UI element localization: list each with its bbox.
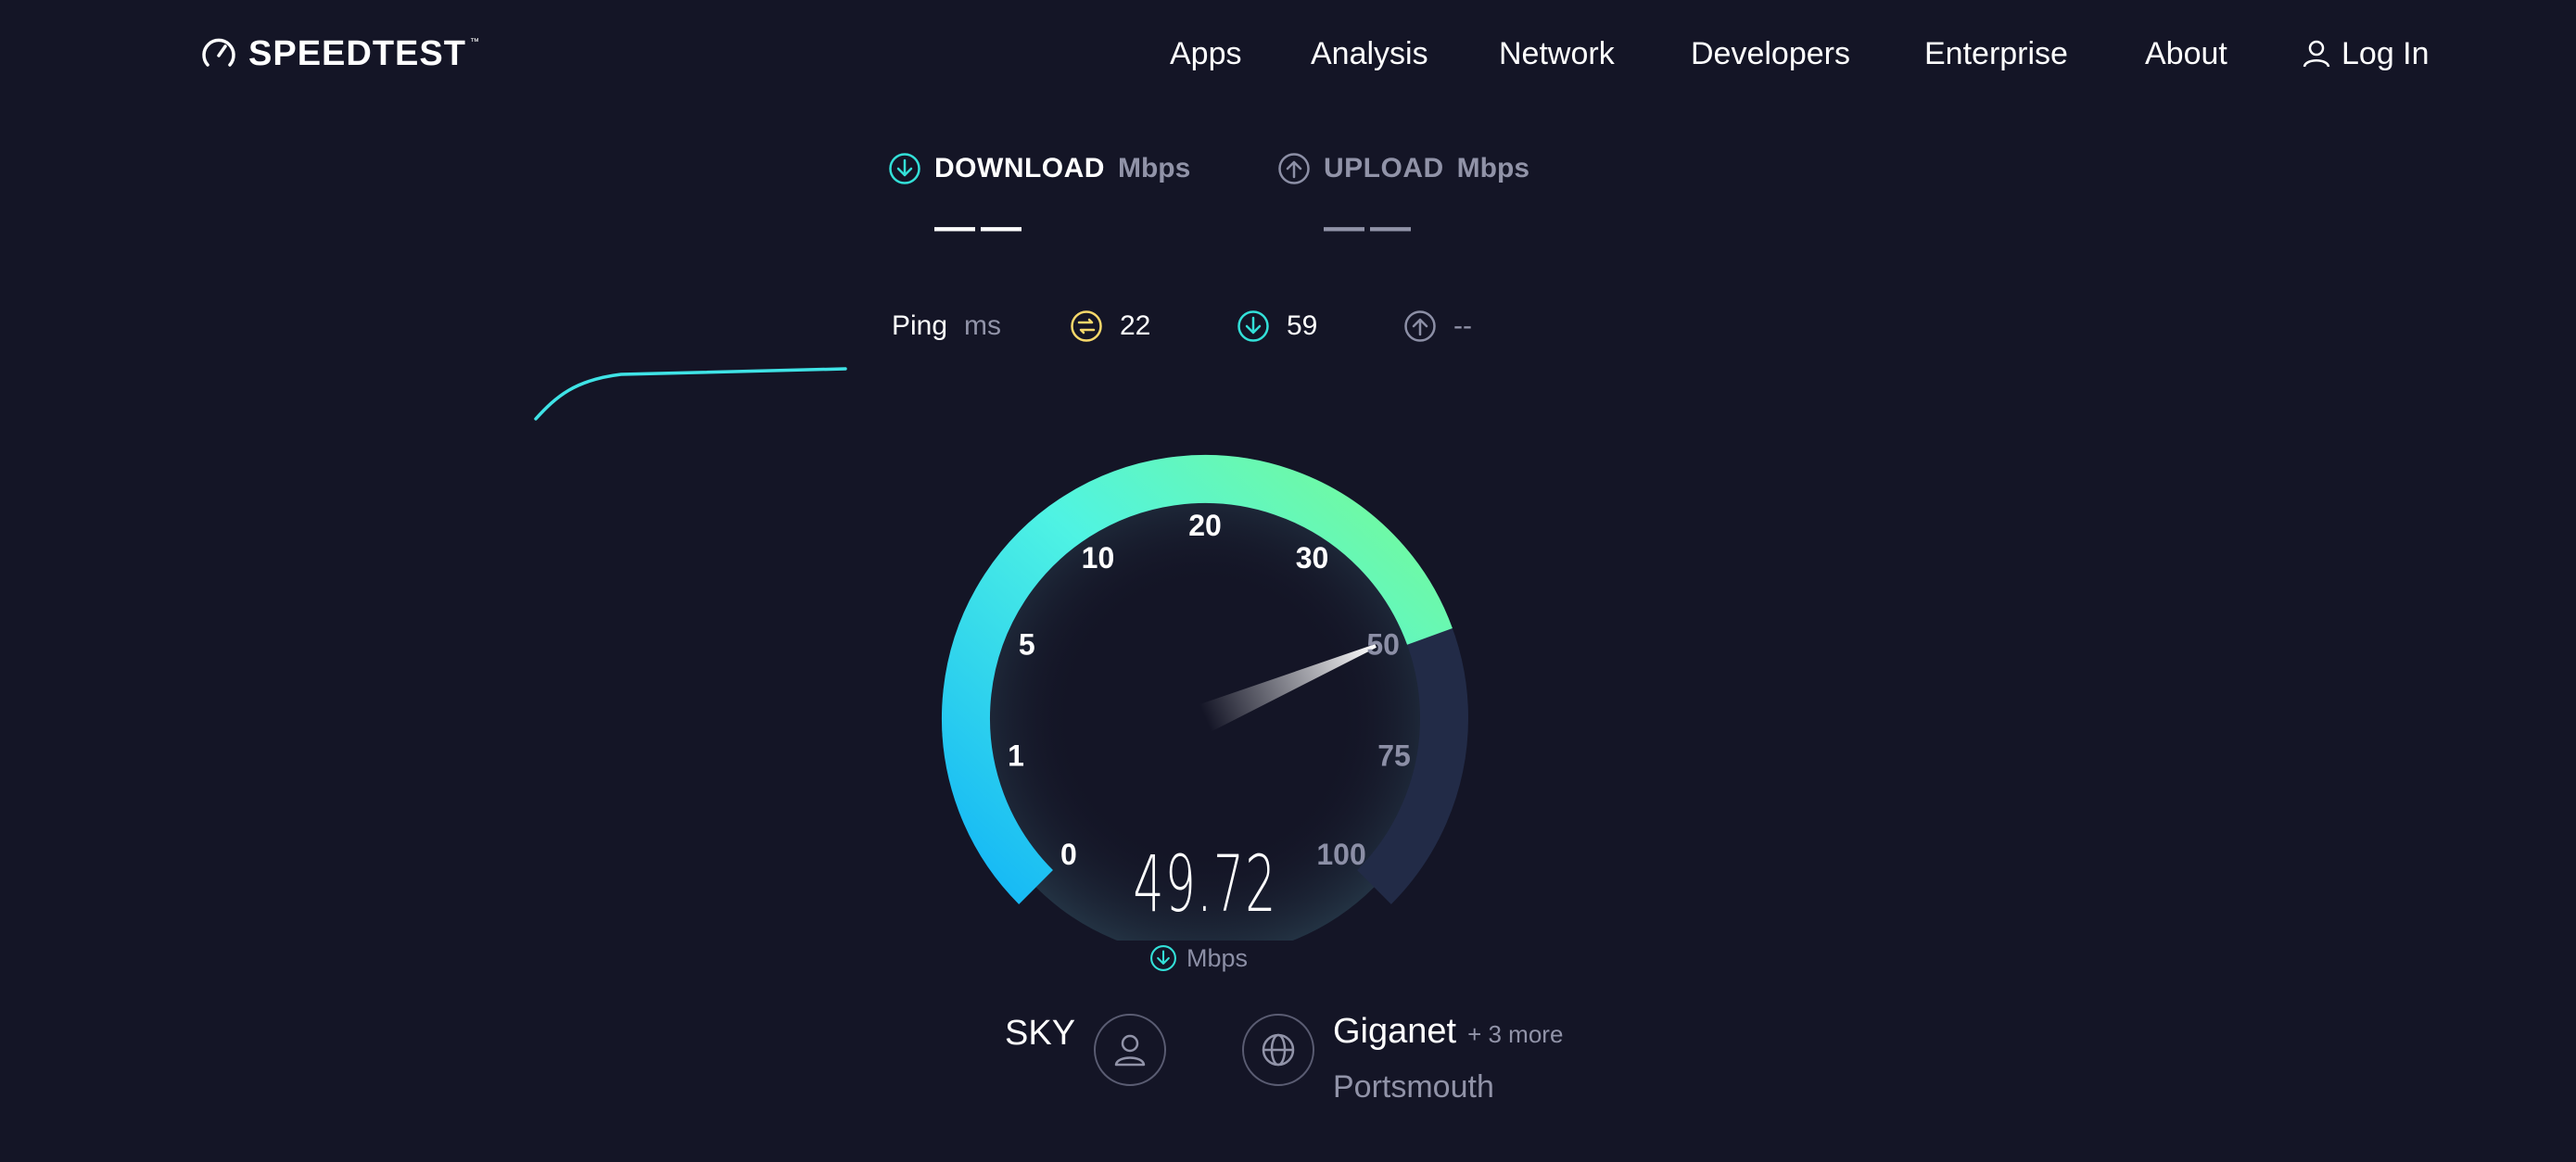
arrow-down-circle-icon [1150,945,1176,971]
ping-label-group: Ping ms [892,306,1001,347]
download-result-label: DOWNLOAD Mbps [888,148,1190,189]
download-unit: Mbps [1117,153,1191,183]
user-icon [2303,40,2330,68]
jitter-icon [1071,310,1102,342]
ping-upload-value: -- [1453,310,1472,341]
arrow-up-circle-icon [1404,310,1436,342]
download-value: —— [934,204,1027,249]
gauge-tick-50: 50 [1366,627,1400,661]
ping-label: Ping [892,310,948,341]
gauge-tick-10: 10 [1082,541,1115,575]
upload-result-label: UPLOAD Mbps [1277,148,1529,189]
upload-label: UPLOAD [1324,153,1444,183]
server-more-link[interactable]: + 3 more [1467,1020,1563,1049]
globe-icon [1262,1033,1295,1067]
isp-button[interactable] [1094,1014,1166,1086]
gauge-tick-5: 5 [1019,627,1035,661]
arrow-down-circle-icon [1237,310,1269,342]
nav-enterprise[interactable]: Enterprise [1924,33,2068,74]
upload-value: —— [1324,204,1416,249]
current-speed-unit: Mbps [1149,941,1248,975]
speedtest-logo[interactable]: SPEEDTEST ™ [200,33,479,74]
logo-text: SPEEDTEST [248,33,466,73]
gauge-tick-1: 1 [1008,739,1024,773]
ping-idle-value: 22 [1120,310,1151,341]
logo-trademark: ™ [469,37,479,47]
nav-network[interactable]: Network [1499,33,1615,74]
nav-apps[interactable]: Apps [1170,33,1242,74]
gauge-tick-0: 0 [1060,838,1077,871]
isp-name: SKY [1005,1014,1076,1053]
arrow-up-circle-icon [1278,153,1310,184]
server-name: Giganet [1333,1012,1457,1051]
ping-upload: -- [1403,306,1472,347]
gauge-tick-30: 30 [1296,541,1329,575]
nav-analysis[interactable]: Analysis [1311,33,1428,74]
server-location: Portsmouth [1333,1069,1494,1105]
login-button[interactable]: Log In [2303,33,2430,74]
speed-history-graph [534,367,847,421]
upload-unit: Mbps [1456,153,1529,183]
ping-download: 59 [1237,306,1317,347]
server-button[interactable] [1242,1014,1314,1086]
ping-unit: ms [964,310,1002,341]
gauge-tick-75: 75 [1377,739,1411,773]
ping-download-value: 59 [1287,310,1318,341]
server-info[interactable]: Giganet + 3 more [1333,1012,1563,1052]
nav-developers[interactable]: Developers [1691,33,1850,74]
current-speed-value: 49.72 [1133,839,1277,929]
gauge-tick-100: 100 [1316,838,1365,871]
login-label: Log In [2341,36,2430,71]
gauge-icon [202,38,235,67]
speed-unit-label: Mbps [1186,943,1249,972]
download-label: DOWNLOAD [934,153,1105,183]
gauge-tick-20: 20 [1188,509,1222,542]
arrow-down-circle-icon [889,153,920,184]
user-circle-icon [1114,1034,1146,1067]
nav-about[interactable]: About [2145,33,2227,74]
ping-idle: 22 [1070,306,1150,347]
